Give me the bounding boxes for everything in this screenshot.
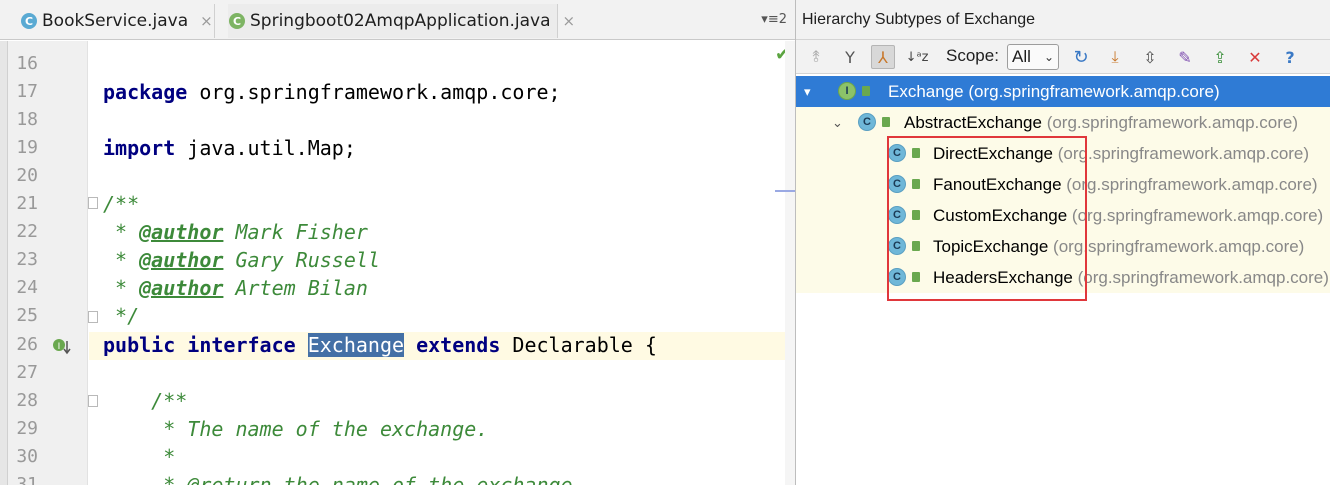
code-line-19: import java.util.Map; xyxy=(103,136,356,160)
fold-marker[interactable] xyxy=(88,395,98,407)
scope-dropdown[interactable]: All ⌄ xyxy=(1007,44,1059,70)
tree-node-exchange[interactable]: ▾ I Exchange (org.springframework.amqp.c… xyxy=(796,76,1330,107)
spring-class-icon: C xyxy=(229,13,245,29)
code-line-30: * xyxy=(103,445,176,469)
hierarchy-title: Hierarchy Subtypes of Exchange xyxy=(802,11,1036,28)
close-icon[interactable]: ✕ xyxy=(1243,45,1267,69)
editor-tab-bar: C BookService.java × C Springboot02AmqpA… xyxy=(0,0,795,40)
implemented-by-icon[interactable]: I xyxy=(52,337,72,357)
collapse-all-icon[interactable]: ⇳ xyxy=(1138,45,1162,69)
chevron-down-icon[interactable]: ⌄ xyxy=(832,107,843,138)
code-line-22: * @author Mark Fisher xyxy=(103,220,368,244)
line-number: 29 xyxy=(16,418,38,439)
scope-label: Scope: xyxy=(946,46,999,65)
code-line-31: * @return the name of the exchange. xyxy=(103,473,585,485)
line-number: 31 xyxy=(16,474,38,485)
highlight-annotation-box xyxy=(887,136,1087,301)
code-line-24: * @author Artem Bilan xyxy=(103,276,368,300)
interface-icon: I xyxy=(838,82,856,100)
line-number: 30 xyxy=(16,446,38,467)
expand-arrow-icon[interactable]: ▾ xyxy=(804,76,811,107)
tab-bookservice[interactable]: C BookService.java × xyxy=(20,4,215,38)
access-icon xyxy=(862,86,870,96)
close-tab-icon[interactable]: × xyxy=(200,12,213,30)
close-tab-icon[interactable]: × xyxy=(563,12,576,30)
code-line-23: * @author Gary Russell xyxy=(103,248,380,272)
hierarchy-title-bar: Hierarchy Subtypes of Exchange xyxy=(796,0,1330,40)
export-icon[interactable]: ⇪ xyxy=(1208,45,1232,69)
code-line-17: package org.springframework.amqp.core; xyxy=(103,80,561,104)
code-line-25: */ xyxy=(103,304,140,328)
line-number: 24 xyxy=(16,277,38,298)
code-line-29: * The name of the exchange. xyxy=(103,417,489,441)
line-number: 25 xyxy=(16,305,38,326)
tab-springboot-application[interactable]: C Springboot02AmqpApplication.java × xyxy=(228,4,575,38)
tab-overflow-menu[interactable]: ▾≡2 xyxy=(761,12,787,27)
line-number: 26 xyxy=(16,334,38,355)
code-line-26: public interface Exchange extends Declar… xyxy=(103,333,657,357)
help-icon[interactable]: ? xyxy=(1278,45,1302,69)
selected-word: Exchange xyxy=(307,333,405,357)
hierarchy-toolbar: ⥉ Y ⅄ ↓ᵃz Scope: All ⌄ ↻ ⤓ ⇳ ✎ ⇪ ✕ ? xyxy=(796,40,1330,74)
line-number: 27 xyxy=(16,362,38,383)
line-number: 18 xyxy=(16,109,38,130)
line-number: 20 xyxy=(16,165,38,186)
sort-alphabetically-icon[interactable]: ↓ᵃz xyxy=(905,45,929,69)
code-editor[interactable]: C BookService.java × C Springboot02AmqpA… xyxy=(0,0,795,485)
abstract-class-icon: C xyxy=(858,113,876,131)
type-hierarchy-icon[interactable]: ⥉ xyxy=(804,45,828,69)
line-number: 21 xyxy=(16,193,38,214)
tab-label: BookService.java xyxy=(42,11,189,31)
code-line-28: /** xyxy=(103,389,188,413)
line-number: 19 xyxy=(16,137,38,158)
tab-label: Springboot02AmqpApplication.java xyxy=(250,11,551,31)
line-number: 17 xyxy=(16,81,38,102)
scrollbar-marker xyxy=(775,190,795,192)
access-icon xyxy=(882,117,890,127)
java-class-icon: C xyxy=(21,13,37,29)
editor-scrollbar[interactable] xyxy=(785,41,795,485)
line-number: 16 xyxy=(16,53,38,74)
fold-marker[interactable] xyxy=(88,311,98,323)
svg-text:I: I xyxy=(58,342,61,352)
refresh-icon[interactable]: ↻ xyxy=(1069,45,1093,69)
line-number: 28 xyxy=(16,390,38,411)
pin-icon[interactable]: ✎ xyxy=(1173,45,1197,69)
fold-marker[interactable] xyxy=(88,197,98,209)
side-strip xyxy=(0,41,8,485)
line-number: 23 xyxy=(16,249,38,270)
supertypes-hierarchy-icon[interactable]: Y xyxy=(838,45,862,69)
code-line-21: /** xyxy=(103,192,140,216)
chevron-down-icon: ⌄ xyxy=(1043,50,1054,64)
expand-all-icon[interactable]: ⤓ xyxy=(1103,45,1127,69)
subtypes-hierarchy-icon[interactable]: ⅄ xyxy=(871,45,895,69)
tree-node-abstractexchange[interactable]: ⌄ C AbstractExchange (org.springframewor… xyxy=(796,107,1330,138)
line-number: 22 xyxy=(16,221,38,242)
